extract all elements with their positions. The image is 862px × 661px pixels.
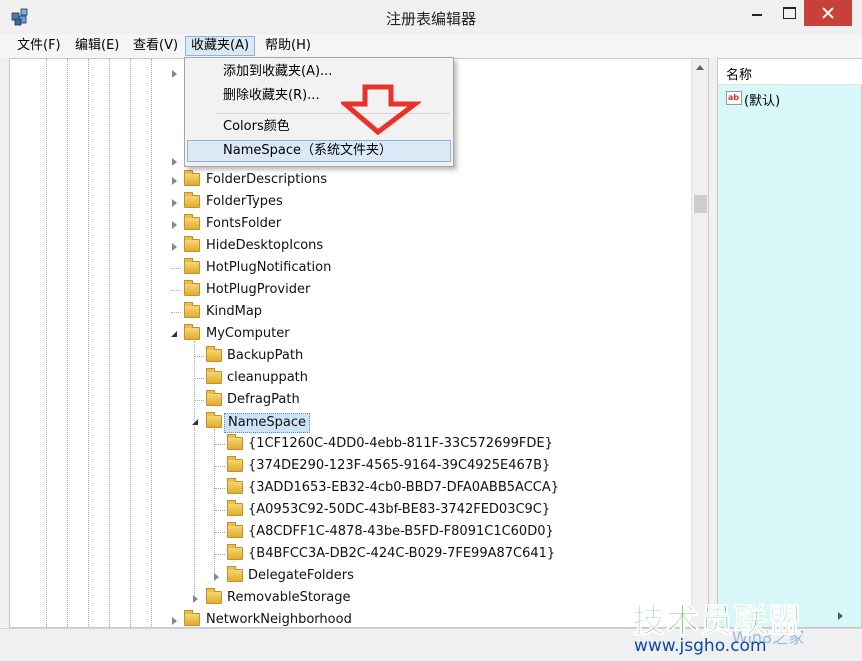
folder-icon bbox=[206, 368, 222, 384]
tree-node-label[interactable]: RemovableStorage bbox=[227, 587, 350, 609]
tree-node-label[interactable]: HotPlugProvider bbox=[206, 279, 310, 301]
tree-node-label[interactable]: HotPlugNotification bbox=[206, 257, 331, 279]
folder-icon bbox=[206, 390, 222, 406]
folder-icon bbox=[206, 412, 222, 428]
expand-arrow-icon[interactable] bbox=[172, 221, 177, 229]
tree-node-label[interactable]: NameSpace bbox=[224, 413, 310, 433]
menu-file[interactable]: 文件(F) bbox=[12, 36, 66, 56]
tree-node-label[interactable]: FolderDescriptions bbox=[206, 169, 327, 191]
tree-connector bbox=[171, 268, 181, 269]
watermark-url: www.jsgho.com bbox=[634, 636, 767, 656]
folder-icon bbox=[184, 324, 200, 340]
tree-connector bbox=[215, 532, 225, 533]
string-value-icon: ab bbox=[726, 91, 742, 105]
tree-connector bbox=[215, 510, 225, 511]
tree-node-label[interactable]: {A0953C92-50DC-43bf-BE83-3742FED03C9C} bbox=[248, 499, 550, 521]
tree-guide-line bbox=[109, 59, 110, 627]
collapse-arrow-icon[interactable] bbox=[192, 419, 198, 425]
values-pane[interactable]: 名称 ab (默认) bbox=[717, 58, 862, 628]
folder-icon bbox=[227, 478, 243, 494]
minimize-button[interactable] bbox=[743, 0, 771, 26]
tree-node-label[interactable]: cleanuppath bbox=[227, 367, 308, 389]
menu-favorites[interactable]: 收藏夹(A) bbox=[185, 36, 256, 56]
expand-arrow-icon[interactable] bbox=[172, 617, 177, 625]
tree-node-label[interactable]: {A8CDFF1C-4878-43be-B5FD-F8091C1C60D0} bbox=[248, 521, 554, 543]
close-button[interactable] bbox=[804, 0, 852, 26]
column-header-label: 名称 bbox=[726, 68, 753, 83]
tree-node-label[interactable]: DelegateFolders bbox=[248, 565, 354, 587]
tree-connector bbox=[171, 290, 181, 291]
tree-connector bbox=[215, 466, 225, 467]
menu-view[interactable]: 查看(V) bbox=[128, 36, 183, 56]
tree-connector bbox=[215, 444, 225, 445]
folder-icon bbox=[206, 346, 222, 362]
tree-node-label[interactable]: FolderTypes bbox=[206, 191, 283, 213]
folder-icon bbox=[184, 258, 200, 274]
folder-icon bbox=[184, 170, 200, 186]
tree-node-label[interactable]: BackupPath bbox=[227, 345, 303, 367]
menu-edit[interactable]: 编辑(E) bbox=[70, 36, 124, 56]
tree-guide-line bbox=[67, 59, 68, 627]
folder-icon bbox=[184, 610, 200, 626]
tree-vertical-scrollbar[interactable] bbox=[691, 59, 708, 627]
tree-connector bbox=[194, 356, 204, 357]
tree-guide-line bbox=[194, 341, 195, 601]
title-bar: 注册表编辑器 bbox=[0, 0, 862, 34]
tree-guide-line bbox=[151, 59, 152, 627]
folder-icon bbox=[184, 236, 200, 252]
folder-icon bbox=[184, 302, 200, 318]
tree-guide-line bbox=[88, 59, 89, 627]
window-title: 注册表编辑器 bbox=[385, 10, 476, 28]
tree-connector bbox=[194, 378, 204, 379]
folder-icon bbox=[227, 544, 243, 560]
tree-guide-line bbox=[130, 59, 131, 627]
collapse-arrow-icon[interactable] bbox=[171, 331, 177, 337]
menu-add-favorite[interactable]: 添加到收藏夹(A)... bbox=[187, 61, 451, 83]
folder-icon bbox=[184, 280, 200, 296]
expand-arrow-icon[interactable] bbox=[172, 177, 177, 185]
tree-node-label[interactable]: KindMap bbox=[206, 301, 262, 323]
tree-connector bbox=[215, 488, 225, 489]
folder-icon bbox=[227, 566, 243, 582]
expand-arrow-icon[interactable] bbox=[172, 158, 177, 166]
folder-icon bbox=[227, 500, 243, 516]
tree-node-label[interactable]: FontsFolder bbox=[206, 213, 281, 235]
expand-arrow-icon[interactable] bbox=[193, 595, 198, 603]
menu-favorite-namespace[interactable]: NameSpace（系统文件夹） bbox=[187, 140, 451, 162]
value-name: (默认) bbox=[744, 94, 781, 109]
tree-node-label[interactable]: {3ADD1653-EB32-4cb0-BBD7-DFA0ABB5ACCA} bbox=[248, 477, 559, 499]
tree-node-label[interactable]: DefragPath bbox=[227, 389, 300, 411]
tree-connector bbox=[215, 554, 225, 555]
scroll-up-icon[interactable] bbox=[696, 65, 704, 70]
tree-node-label[interactable]: HideDesktopIcons bbox=[206, 235, 323, 257]
maximize-button[interactable] bbox=[775, 0, 803, 26]
column-header-name[interactable]: 名称 bbox=[718, 59, 862, 85]
scroll-thumb[interactable] bbox=[694, 195, 707, 213]
watermark-logo-text: 技术员联盟 bbox=[632, 601, 802, 641]
expand-arrow-icon[interactable] bbox=[172, 70, 177, 78]
menu-bar: 文件(F) 编辑(E) 查看(V) 收藏夹(A) 帮助(H) bbox=[0, 34, 862, 58]
annotation-arrow-icon bbox=[341, 84, 421, 136]
tree-node-label[interactable]: MyComputer bbox=[206, 323, 290, 345]
folder-icon bbox=[184, 214, 200, 230]
expand-arrow-icon[interactable] bbox=[172, 199, 177, 207]
tree-node-label[interactable]: {1CF1260C-4DD0-4ebb-811F-33C572699FDE} bbox=[248, 433, 553, 455]
folder-icon bbox=[227, 434, 243, 450]
tree-guide-line bbox=[46, 59, 47, 627]
expand-arrow-icon[interactable] bbox=[214, 573, 219, 581]
watermark: Win8之家 技术员联盟 www.jsgho.com bbox=[632, 594, 862, 661]
folder-icon bbox=[206, 588, 222, 604]
tree-node-label[interactable]: {B4BFCC3A-DB2C-424C-B029-7FE99A87C641} bbox=[248, 543, 555, 565]
folder-icon bbox=[184, 192, 200, 208]
expand-arrow-icon[interactable] bbox=[172, 243, 177, 251]
menu-help[interactable]: 帮助(H) bbox=[260, 36, 316, 56]
tree-node-label[interactable]: {374DE290-123F-4565-9164-39C4925E467B} bbox=[248, 455, 550, 477]
tree-connector bbox=[171, 312, 181, 313]
folder-icon bbox=[227, 522, 243, 538]
tree-node-label[interactable]: NetworkNeighborhood bbox=[206, 609, 352, 627]
tree-connector bbox=[194, 400, 204, 401]
folder-icon bbox=[227, 456, 243, 472]
